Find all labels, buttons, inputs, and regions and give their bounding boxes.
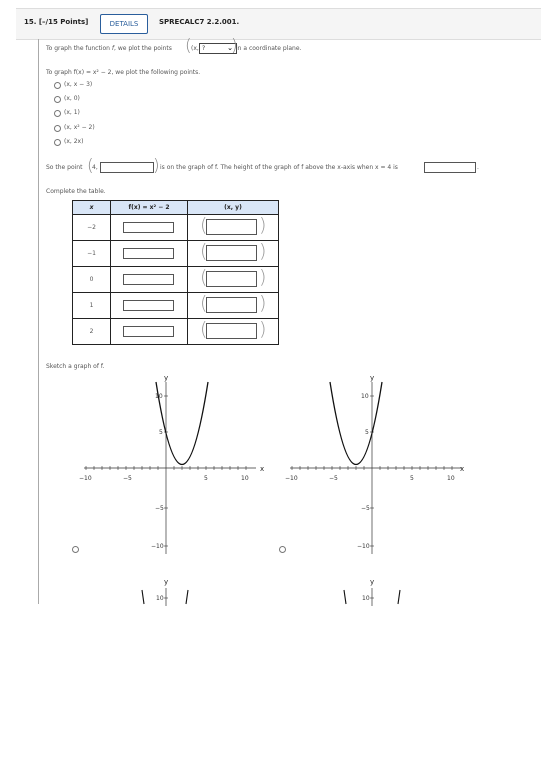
xy-input[interactable] xyxy=(206,323,257,339)
x-value: 1 xyxy=(72,292,111,319)
question-number: 15. [–/15 Points] xyxy=(24,18,89,26)
table-prompt: Complete the table. xyxy=(46,188,106,195)
curve-fragment xyxy=(343,589,347,605)
point-y-input[interactable] xyxy=(100,162,154,173)
y-tick-label: 5 xyxy=(159,429,163,436)
xy-input[interactable] xyxy=(206,271,257,287)
options-prompt: To graph f(x) = x² − 2, we plot the foll… xyxy=(46,69,201,76)
graph-option-1: x y −10 −5 5 10 10 5 −5 −10 xyxy=(79,374,264,554)
col-header-fx: f(x) = x² − 2 xyxy=(110,200,188,215)
point-x-label: (x, xyxy=(191,45,199,52)
fx-input[interactable] xyxy=(123,222,174,233)
option-radio-5[interactable] xyxy=(54,139,61,146)
x-tick-label: 10 xyxy=(447,475,455,482)
x-tick-label: −5 xyxy=(329,475,338,482)
option-label-3: (x, 1) xyxy=(64,109,80,116)
xy-input[interactable] xyxy=(206,297,257,313)
point-sentence-end: . xyxy=(477,164,479,171)
xy-input[interactable] xyxy=(206,219,257,235)
y-tick-label: 10 xyxy=(362,595,370,602)
parabola-curve xyxy=(329,381,383,466)
point-four: 4, xyxy=(92,164,98,171)
x-value: 0 xyxy=(72,266,111,293)
fx-input[interactable] xyxy=(123,300,174,311)
curve-fragment xyxy=(397,589,401,605)
curve-fragment xyxy=(141,589,145,605)
x-axis-label: x xyxy=(260,465,264,473)
y-tick-label: 5 xyxy=(365,429,369,436)
col-header-xy: (x, y) xyxy=(187,200,279,215)
table-row: 0 () xyxy=(72,266,279,293)
y-axis-label: y xyxy=(370,578,374,586)
fx-input[interactable] xyxy=(123,326,174,337)
table-row: −1 () xyxy=(72,240,279,267)
height-input[interactable] xyxy=(424,162,476,173)
table-row: 2 () xyxy=(72,318,279,345)
x-value: −2 xyxy=(72,214,111,241)
point-close-paren: ) xyxy=(153,156,160,176)
content-left-border xyxy=(38,39,39,604)
y-axis-label: y xyxy=(164,374,168,382)
sketch-prompt: Sketch a graph of f. xyxy=(46,363,105,370)
table-row: 1 () xyxy=(72,292,279,319)
graph-option-3-partial: y 10 xyxy=(141,578,189,606)
curve-fragment xyxy=(185,589,189,605)
x-tick-label: −10 xyxy=(285,475,298,482)
x-axis-label: x xyxy=(460,465,464,473)
y-axis-label: y xyxy=(370,374,374,382)
problem-code: SPRECALC7 2.2.001. xyxy=(159,18,240,26)
x-tick-label: −5 xyxy=(123,475,132,482)
parabola-curve xyxy=(155,381,209,466)
graph-option-4-partial: y 10 xyxy=(343,578,401,606)
y-tick-label: −10 xyxy=(357,543,370,550)
option-radio-1[interactable] xyxy=(54,82,61,89)
intro-suffix: in a coordinate plane. xyxy=(236,45,302,52)
x-value: 2 xyxy=(72,318,111,345)
values-table: x f(x) = x² − 2 (x, y) −2 () −1 () 0 () … xyxy=(72,200,279,345)
x-tick-label: 5 xyxy=(410,475,414,482)
graph-option-1-radio[interactable] xyxy=(72,546,79,553)
intro-text: To graph the function f, we plot the poi… xyxy=(46,45,172,52)
col-header-x: x xyxy=(72,200,111,215)
y-tick-label: −5 xyxy=(361,505,370,512)
x-tick-label: −10 xyxy=(79,475,92,482)
option-radio-4[interactable] xyxy=(54,125,61,132)
point-sentence-middle: is on the graph of f. The height of the … xyxy=(160,164,398,171)
option-label-4: (x, x² − 2) xyxy=(64,124,95,131)
graph-option-2-radio[interactable] xyxy=(279,546,286,553)
graph-option-2: x y −10 −5 5 10 10 5 −5 −10 xyxy=(285,374,464,554)
y-tick-label: −5 xyxy=(155,505,164,512)
dropdown-value: ? xyxy=(202,45,206,52)
x-value: −1 xyxy=(72,240,111,267)
x-tick-label: 5 xyxy=(204,475,208,482)
fx-input[interactable] xyxy=(123,274,174,285)
option-radio-3[interactable] xyxy=(54,110,61,117)
x-tick-label: 10 xyxy=(241,475,249,482)
y-tick-label: −10 xyxy=(151,543,164,550)
details-button[interactable]: DETAILS xyxy=(100,14,148,34)
y-tick-label: 10 xyxy=(361,393,369,400)
y-tick-label: 10 xyxy=(156,595,164,602)
option-label-2: (x, 0) xyxy=(64,95,80,102)
xy-input[interactable] xyxy=(206,245,257,261)
point-sentence-prefix: So the point xyxy=(46,164,83,171)
question-header: 15. [–/15 Points] DETAILS SPRECALC7 2.2.… xyxy=(16,8,541,40)
table-row: −2 () xyxy=(72,214,279,241)
fx-input[interactable] xyxy=(123,248,174,259)
option-label-1: (x, x − 3) xyxy=(64,81,93,88)
option-label-5: (x, 2x) xyxy=(64,138,84,145)
y-axis-label: y xyxy=(164,578,168,586)
option-radio-2[interactable] xyxy=(54,96,61,103)
